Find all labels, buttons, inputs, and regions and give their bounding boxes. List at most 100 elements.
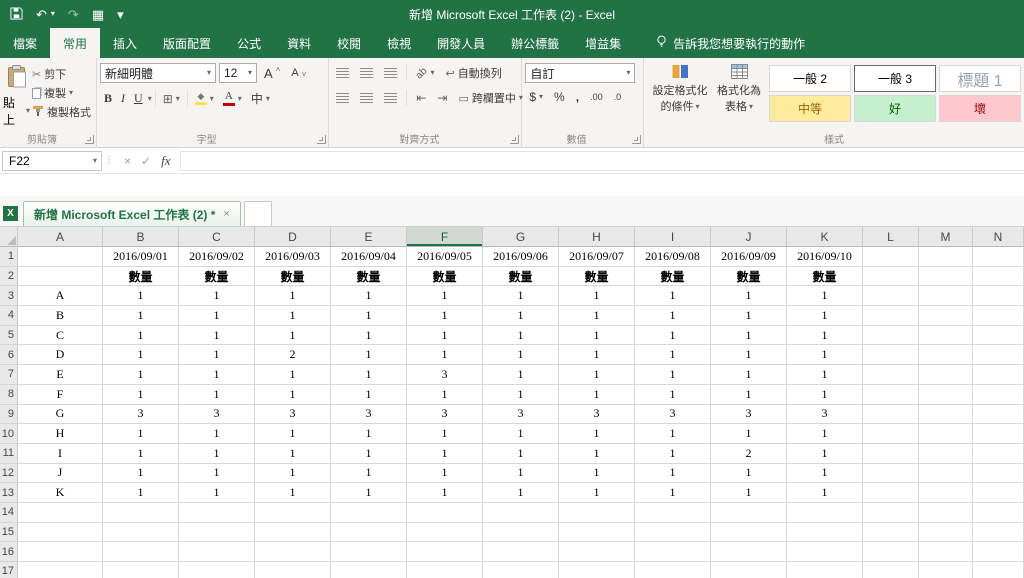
cell-D11[interactable]: 1 bbox=[255, 443, 331, 464]
cell-J6[interactable]: 1 bbox=[711, 345, 787, 366]
cell-A8[interactable]: F bbox=[18, 384, 103, 405]
cell-I5[interactable]: 1 bbox=[635, 325, 711, 346]
cell-N11[interactable] bbox=[973, 443, 1024, 464]
cell-E9[interactable]: 3 bbox=[331, 404, 407, 425]
clipboard-dialog-launcher[interactable] bbox=[85, 135, 94, 144]
cell-I11[interactable]: 1 bbox=[635, 443, 711, 464]
align-bottom-button[interactable] bbox=[380, 66, 401, 81]
cell-A15[interactable] bbox=[18, 522, 103, 543]
font-name-combo[interactable]: 新細明體 ▾ bbox=[100, 63, 216, 83]
ribbon-tab-insert[interactable]: 插入 bbox=[100, 28, 150, 58]
cell-M14[interactable] bbox=[919, 502, 973, 523]
cell-K11[interactable]: 1 bbox=[787, 443, 863, 464]
cell-C17[interactable] bbox=[179, 562, 255, 578]
workbook-tab[interactable]: 新增 Microsoft Excel 工作表 (2) * × bbox=[23, 201, 241, 226]
cell-E6[interactable]: 1 bbox=[331, 345, 407, 366]
cell-I6[interactable]: 1 bbox=[635, 345, 711, 366]
cell-H9[interactable]: 3 bbox=[559, 404, 635, 425]
cell-C3[interactable]: 1 bbox=[179, 286, 255, 307]
borders-button[interactable]: ⊞ ▾ bbox=[159, 90, 184, 108]
cell-A6[interactable]: D bbox=[18, 345, 103, 366]
cell-H1[interactable]: 2016/09/07 bbox=[559, 247, 635, 267]
cell-C14[interactable] bbox=[179, 502, 255, 523]
cell-F2[interactable]: 數量 bbox=[407, 266, 483, 287]
underline-dropdown-icon[interactable]: ▾ bbox=[148, 94, 152, 103]
cell-N8[interactable] bbox=[973, 384, 1024, 405]
cell-I1[interactable]: 2016/09/08 bbox=[635, 247, 711, 267]
cell-C9[interactable]: 3 bbox=[179, 404, 255, 425]
cell-A7[interactable]: E bbox=[18, 365, 103, 385]
cell-A4[interactable]: B bbox=[18, 306, 103, 326]
cell-A12[interactable]: J bbox=[18, 463, 103, 484]
bold-button[interactable]: B bbox=[100, 89, 116, 108]
cell-K1[interactable]: 2016/09/10 bbox=[787, 247, 863, 267]
cell-G5[interactable]: 1 bbox=[483, 325, 559, 346]
cell-A14[interactable] bbox=[18, 502, 103, 523]
cell-G4[interactable]: 1 bbox=[483, 306, 559, 326]
cell-J8[interactable]: 1 bbox=[711, 384, 787, 405]
cell-E11[interactable]: 1 bbox=[331, 443, 407, 464]
ribbon-tab-page-layout[interactable]: 版面配置 bbox=[150, 28, 224, 58]
cell-I8[interactable]: 1 bbox=[635, 384, 711, 405]
cell-A2[interactable] bbox=[18, 266, 103, 287]
decrease-indent-button[interactable]: ⇤ bbox=[412, 89, 430, 107]
cell-A13[interactable]: K bbox=[18, 483, 103, 503]
column-header-D[interactable]: D bbox=[255, 227, 331, 247]
cell-M7[interactable] bbox=[919, 365, 973, 385]
cell-J10[interactable]: 1 bbox=[711, 424, 787, 444]
cell-E16[interactable] bbox=[331, 542, 407, 562]
cell-J1[interactable]: 2016/09/09 bbox=[711, 247, 787, 267]
cell-K7[interactable]: 1 bbox=[787, 365, 863, 385]
cell-H5[interactable]: 1 bbox=[559, 325, 635, 346]
cell-H12[interactable]: 1 bbox=[559, 463, 635, 484]
row-header-17[interactable]: 17 bbox=[0, 562, 18, 578]
column-header-C[interactable]: C bbox=[179, 227, 255, 247]
column-header-G[interactable]: G bbox=[483, 227, 559, 247]
cell-L10[interactable] bbox=[863, 424, 919, 444]
cell-K13[interactable]: 1 bbox=[787, 483, 863, 503]
row-header-16[interactable]: 16 bbox=[0, 542, 18, 562]
cell-B9[interactable]: 3 bbox=[103, 404, 179, 425]
underline-button[interactable]: U bbox=[130, 89, 147, 108]
align-right-button[interactable] bbox=[380, 91, 401, 106]
cell-C1[interactable]: 2016/09/02 bbox=[179, 247, 255, 267]
comma-button[interactable]: , bbox=[572, 88, 583, 106]
cell-B17[interactable] bbox=[103, 562, 179, 578]
cell-E3[interactable]: 1 bbox=[331, 286, 407, 307]
cell-I14[interactable] bbox=[635, 502, 711, 523]
cell-B1[interactable]: 2016/09/01 bbox=[103, 247, 179, 267]
row-header-3[interactable]: 3 bbox=[0, 286, 18, 307]
cell-E15[interactable] bbox=[331, 522, 407, 543]
cell-M17[interactable] bbox=[919, 562, 973, 578]
enter-icon[interactable]: ✓ bbox=[141, 154, 151, 168]
cell-N9[interactable] bbox=[973, 404, 1024, 425]
phonetic-guide-button[interactable]: 中 ▾ bbox=[247, 88, 274, 109]
cell-K3[interactable]: 1 bbox=[787, 286, 863, 307]
row-header-12[interactable]: 12 bbox=[0, 463, 18, 484]
cell-E14[interactable] bbox=[331, 502, 407, 523]
cell-M2[interactable] bbox=[919, 266, 973, 287]
ribbon-tab-review[interactable]: 校閱 bbox=[324, 28, 374, 58]
cell-I17[interactable] bbox=[635, 562, 711, 578]
cell-M11[interactable] bbox=[919, 443, 973, 464]
cell-D8[interactable]: 1 bbox=[255, 384, 331, 405]
select-all-corner[interactable] bbox=[0, 227, 18, 247]
percent-button[interactable]: % bbox=[550, 88, 569, 106]
cell-H6[interactable]: 1 bbox=[559, 345, 635, 366]
cell-C2[interactable]: 數量 bbox=[179, 266, 255, 287]
cell-G14[interactable] bbox=[483, 502, 559, 523]
cell-C10[interactable]: 1 bbox=[179, 424, 255, 444]
cell-K12[interactable]: 1 bbox=[787, 463, 863, 484]
font-color-button[interactable]: A ▾ bbox=[219, 89, 246, 108]
cell-G3[interactable]: 1 bbox=[483, 286, 559, 307]
currency-button[interactable]: $ ▾ bbox=[525, 88, 547, 106]
cell-F4[interactable]: 1 bbox=[407, 306, 483, 326]
cell-F8[interactable]: 1 bbox=[407, 384, 483, 405]
cell-D2[interactable]: 數量 bbox=[255, 266, 331, 287]
cell-I4[interactable]: 1 bbox=[635, 306, 711, 326]
number-dialog-launcher[interactable] bbox=[632, 135, 641, 144]
cell-M15[interactable] bbox=[919, 522, 973, 543]
cell-J17[interactable] bbox=[711, 562, 787, 578]
cell-J13[interactable]: 1 bbox=[711, 483, 787, 503]
cell-F14[interactable] bbox=[407, 502, 483, 523]
